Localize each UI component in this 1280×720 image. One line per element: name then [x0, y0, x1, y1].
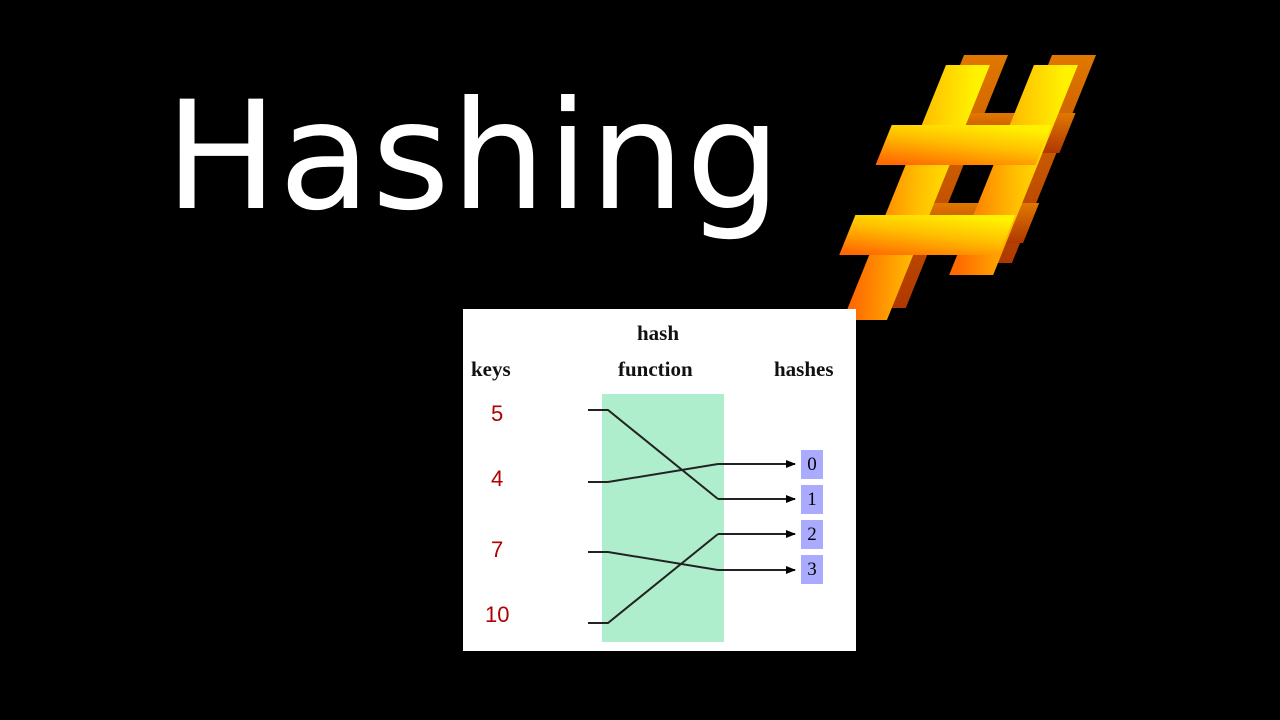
- hash-bucket: 0: [801, 450, 823, 479]
- header-hashes: hashes: [774, 357, 834, 381]
- key-label: 7: [491, 537, 504, 562]
- key-label: 4: [491, 466, 504, 491]
- key-label: 5: [491, 401, 504, 426]
- header-function: function: [618, 357, 693, 381]
- header-keys: keys: [471, 357, 511, 381]
- hash-function-box: [602, 394, 724, 642]
- slide-title: Hashing: [165, 70, 782, 244]
- key-label: 10: [485, 602, 510, 627]
- hash-bucket: 2: [801, 520, 823, 549]
- slide: Hashing hash keys function hashes 5 4 7 …: [0, 0, 1280, 720]
- hash-bucket: 3: [801, 555, 823, 584]
- hash-diagram: hash keys function hashes 5 4 7 10 0 1 2…: [463, 309, 856, 651]
- header-hash: hash: [637, 321, 680, 345]
- hash-bucket: 1: [801, 485, 823, 514]
